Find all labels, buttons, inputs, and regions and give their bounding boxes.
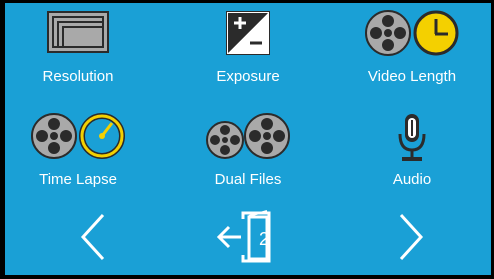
microphone-icon [337, 108, 487, 166]
menu-item-dual-files[interactable]: Dual Files [173, 108, 323, 194]
menu-item-exposure[interactable]: Exposure [173, 5, 323, 91]
video-length-icon [337, 5, 487, 63]
menu-item-video-length[interactable]: Video Length [337, 5, 487, 91]
menu-item-label: Time Lapse [39, 171, 117, 188]
page-number: 2 [259, 229, 270, 249]
chevron-right-icon [399, 213, 424, 261]
menu-item-time-lapse[interactable]: Time Lapse [5, 108, 153, 194]
menu-item-label: Video Length [367, 68, 457, 85]
exit-door-icon [216, 210, 271, 263]
menu-item-label: Resolution [42, 68, 114, 85]
resolution-icon [5, 5, 153, 63]
menu-item-audio[interactable]: Audio [337, 108, 487, 194]
menu-item-label: Dual Files [214, 171, 282, 188]
next-page-button[interactable] [391, 211, 431, 263]
menu-item-label: Exposure [216, 68, 280, 85]
exit-button[interactable]: 2 [215, 209, 279, 265]
exposure-icon [173, 5, 323, 63]
settings-menu-screen: Resolution Exposure Video Length Time La… [5, 3, 491, 275]
dual-files-icon [173, 108, 323, 166]
previous-page-button[interactable] [73, 211, 113, 263]
menu-item-resolution[interactable]: Resolution [5, 5, 153, 91]
chevron-left-icon [80, 213, 105, 261]
menu-item-label: Audio [392, 171, 432, 188]
time-lapse-icon [5, 108, 153, 166]
